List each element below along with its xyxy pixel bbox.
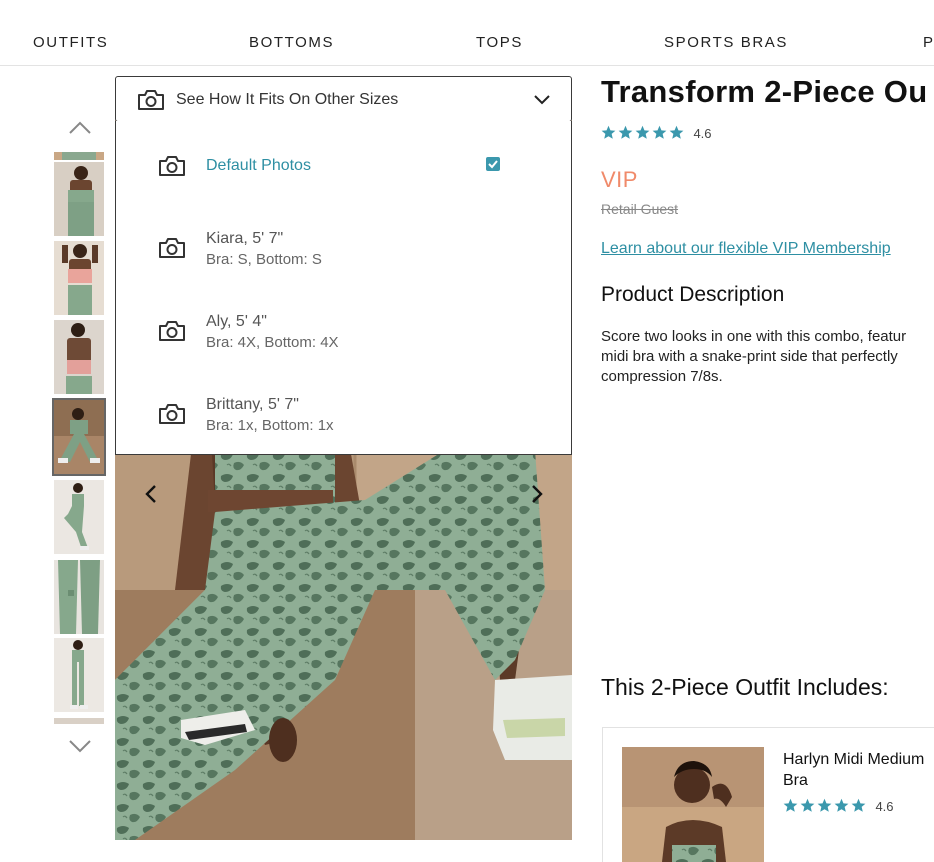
thumbnail-image[interactable] — [54, 320, 104, 394]
included-product-image[interactable] — [622, 747, 764, 862]
camera-icon — [157, 154, 187, 178]
star-icon — [783, 799, 798, 813]
included-product-name[interactable]: Harlyn Midi Medium Bra — [783, 749, 934, 791]
nav-item-truncated[interactable]: P — [923, 34, 934, 51]
camera-icon — [157, 319, 187, 343]
product-title: Transform 2-Piece Ou — [601, 74, 928, 109]
star-icon — [834, 799, 849, 813]
option-name: Default Photos — [206, 157, 311, 174]
camera-icon — [157, 236, 187, 260]
option-detail: Bra: 1x, Bottom: 1x — [206, 417, 334, 434]
option-default-photos[interactable]: Default Photos — [116, 131, 571, 201]
nav-item-bottoms[interactable]: BOTTOMS — [249, 34, 334, 51]
description-line: Score two looks in one with this combo, … — [601, 328, 907, 345]
thumbnail-image[interactable] — [54, 152, 104, 160]
star-rating — [601, 124, 686, 142]
chevron-down-icon — [533, 92, 551, 106]
thumbnail-image[interactable] — [54, 718, 104, 724]
option-aly[interactable]: Aly, 5' 4" Bra: 4X, Bottom: 4X — [116, 296, 571, 366]
thumbnail-image-selected[interactable] — [52, 398, 106, 476]
nav-item-outfits[interactable]: OUTFITS — [33, 34, 108, 51]
star-icon — [618, 126, 633, 140]
option-detail: Bra: 4X, Bottom: 4X — [206, 334, 339, 351]
product-description-text: Score two looks in one with this combo, … — [601, 327, 934, 387]
carousel-prev-icon[interactable] — [138, 478, 164, 510]
vip-membership-link[interactable]: Learn about our flexible VIP Membership — [601, 240, 891, 258]
thumbnails-up-arrow-icon[interactable] — [66, 118, 94, 138]
rating-value: 4.6 — [875, 798, 894, 814]
dropdown-label: See How It Fits On Other Sizes — [176, 91, 399, 108]
description-line: compression 7/8s. — [601, 368, 723, 385]
star-icon — [800, 799, 815, 813]
star-icon — [669, 126, 684, 140]
star-rating — [783, 797, 868, 815]
star-icon — [635, 126, 650, 140]
option-kiara[interactable]: Kiara, 5' 7" Bra: S, Bottom: S — [116, 213, 571, 283]
option-brittany[interactable]: Brittany, 5' 7" Bra: 1x, Bottom: 1x — [116, 379, 571, 449]
retail-price-label: Retail Guest — [601, 201, 679, 217]
rating-value: 4.6 — [693, 125, 712, 141]
thumbnails-down-arrow-icon[interactable] — [66, 736, 94, 756]
outfit-includes-heading: This 2-Piece Outfit Includes: — [601, 674, 889, 700]
vip-price-label: VIP — [601, 167, 638, 192]
product-name-line: Bra — [783, 772, 808, 789]
product-rating[interactable]: 4.6 — [601, 124, 712, 142]
carousel-next-icon[interactable] — [524, 478, 550, 510]
description-line: midi bra with a snake-print side that pe… — [601, 348, 898, 365]
thumbnail-image[interactable] — [54, 560, 104, 634]
thumbnail-image[interactable] — [54, 162, 104, 236]
top-navigation: OUTFITS BOTTOMS TOPS SPORTS BRAS P — [0, 0, 934, 66]
product-description-heading: Product Description — [601, 283, 785, 306]
star-icon — [652, 126, 667, 140]
fit-sizes-menu: Default Photos Kiara, 5' 7" Bra: S, Bott… — [115, 121, 572, 455]
thumbnail-image[interactable] — [54, 241, 104, 315]
star-icon — [817, 799, 832, 813]
nav-item-sports-bras[interactable]: SPORTS BRAS — [664, 34, 788, 51]
camera-icon — [136, 88, 166, 112]
thumbnail-image[interactable] — [54, 480, 104, 554]
star-icon — [601, 126, 616, 140]
option-name: Brittany, 5' 7" — [206, 396, 299, 413]
included-product-rating: 4.6 — [783, 797, 894, 815]
fit-sizes-dropdown[interactable]: See How It Fits On Other Sizes — [115, 76, 572, 122]
option-name: Kiara, 5' 7" — [206, 230, 284, 247]
product-name-line: Harlyn Midi Medium — [783, 751, 925, 768]
nav-item-tops[interactable]: TOPS — [476, 34, 523, 51]
camera-icon — [157, 402, 187, 426]
star-icon — [851, 799, 866, 813]
thumbnail-image[interactable] — [54, 638, 104, 712]
option-detail: Bra: S, Bottom: S — [206, 251, 322, 268]
checkbox-checked-icon[interactable] — [486, 157, 500, 171]
option-name: Aly, 5' 4" — [206, 313, 267, 330]
